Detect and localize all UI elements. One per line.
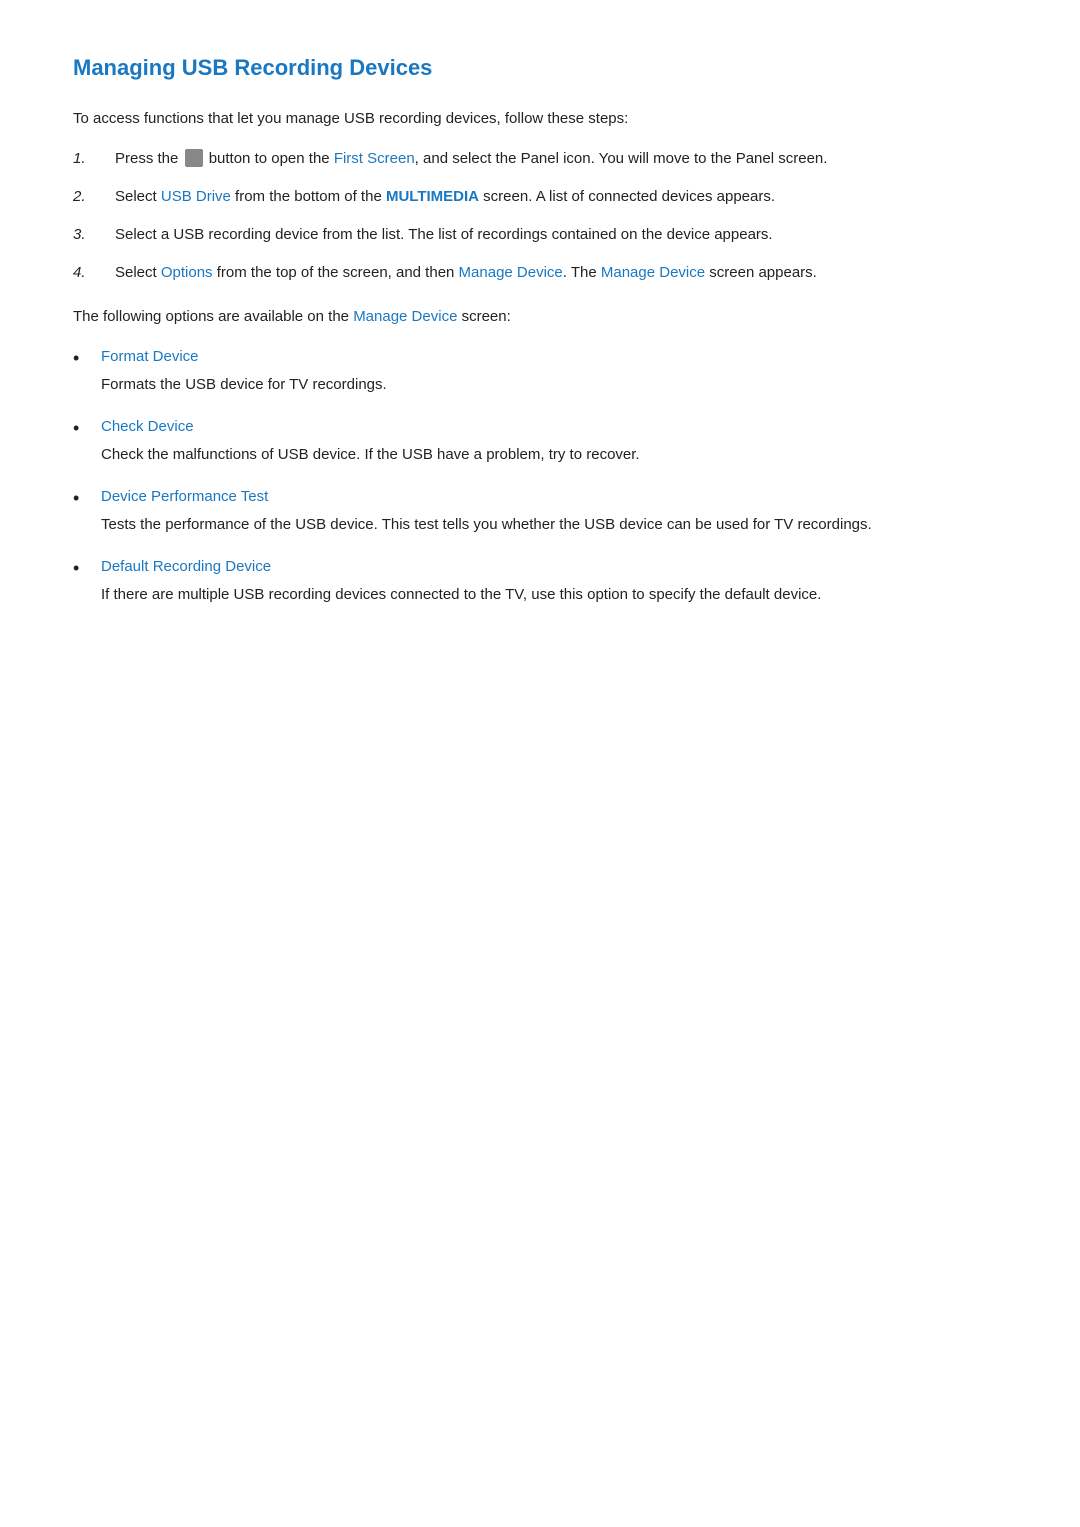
button-icon (185, 149, 203, 167)
steps-list: 1. Press the button to open the First Sc… (73, 147, 1007, 285)
manage-device-link-1: Manage Device (459, 264, 563, 281)
device-performance-desc: Tests the performance of the USB device.… (101, 516, 872, 533)
bullet-4: • (73, 555, 101, 582)
format-device-title: Format Device (101, 345, 1007, 369)
step-1-content: Press the button to open the First Scree… (115, 147, 827, 171)
step-2: 2. Select USB Drive from the bottom of t… (73, 185, 1007, 209)
bullet-2: • (73, 415, 101, 442)
step-4-number: 4. (73, 261, 115, 285)
bullet-1: • (73, 345, 101, 372)
option-check-device-content: Check Device Check the malfunctions of U… (101, 415, 1007, 467)
option-device-performance-test: • Device Performance Test Tests the perf… (73, 485, 1007, 537)
option-check-device: • Check Device Check the malfunctions of… (73, 415, 1007, 467)
step-4-content: Select Options from the top of the scree… (115, 261, 817, 285)
step-1-number: 1. (73, 147, 115, 171)
usb-drive-link: USB Drive (161, 188, 231, 205)
option-default-recording-content: Default Recording Device If there are mu… (101, 555, 1007, 607)
step-3-content: Select a USB recording device from the l… (115, 223, 773, 247)
multimedia-link: MULTIMEDIA (386, 188, 479, 205)
check-device-desc: Check the malfunctions of USB device. If… (101, 446, 640, 463)
option-default-recording-device: • Default Recording Device If there are … (73, 555, 1007, 607)
step-3-number: 3. (73, 223, 115, 247)
default-recording-title: Default Recording Device (101, 555, 1007, 579)
page-container: Managing USB Recording Devices To access… (0, 0, 1080, 1527)
options-list: • Format Device Formats the USB device f… (73, 345, 1007, 607)
step-1: 1. Press the button to open the First Sc… (73, 147, 1007, 171)
manage-device-link-2: Manage Device (601, 264, 705, 281)
step-3: 3. Select a USB recording device from th… (73, 223, 1007, 247)
bullet-3: • (73, 485, 101, 512)
intro-paragraph: To access functions that let you manage … (73, 107, 1007, 131)
page-title: Managing USB Recording Devices (73, 50, 1007, 85)
options-intro: The following options are available on t… (73, 305, 1007, 329)
first-screen-link: First Screen (334, 150, 415, 167)
option-device-performance-content: Device Performance Test Tests the perfor… (101, 485, 1007, 537)
device-performance-title: Device Performance Test (101, 485, 1007, 509)
manage-device-options-link: Manage Device (353, 308, 457, 325)
step-2-number: 2. (73, 185, 115, 209)
step-2-content: Select USB Drive from the bottom of the … (115, 185, 775, 209)
check-device-title: Check Device (101, 415, 1007, 439)
options-link: Options (161, 264, 213, 281)
default-recording-desc: If there are multiple USB recording devi… (101, 586, 821, 603)
option-format-device: • Format Device Formats the USB device f… (73, 345, 1007, 397)
format-device-desc: Formats the USB device for TV recordings… (101, 376, 387, 393)
option-format-device-content: Format Device Formats the USB device for… (101, 345, 1007, 397)
step-4: 4. Select Options from the top of the sc… (73, 261, 1007, 285)
